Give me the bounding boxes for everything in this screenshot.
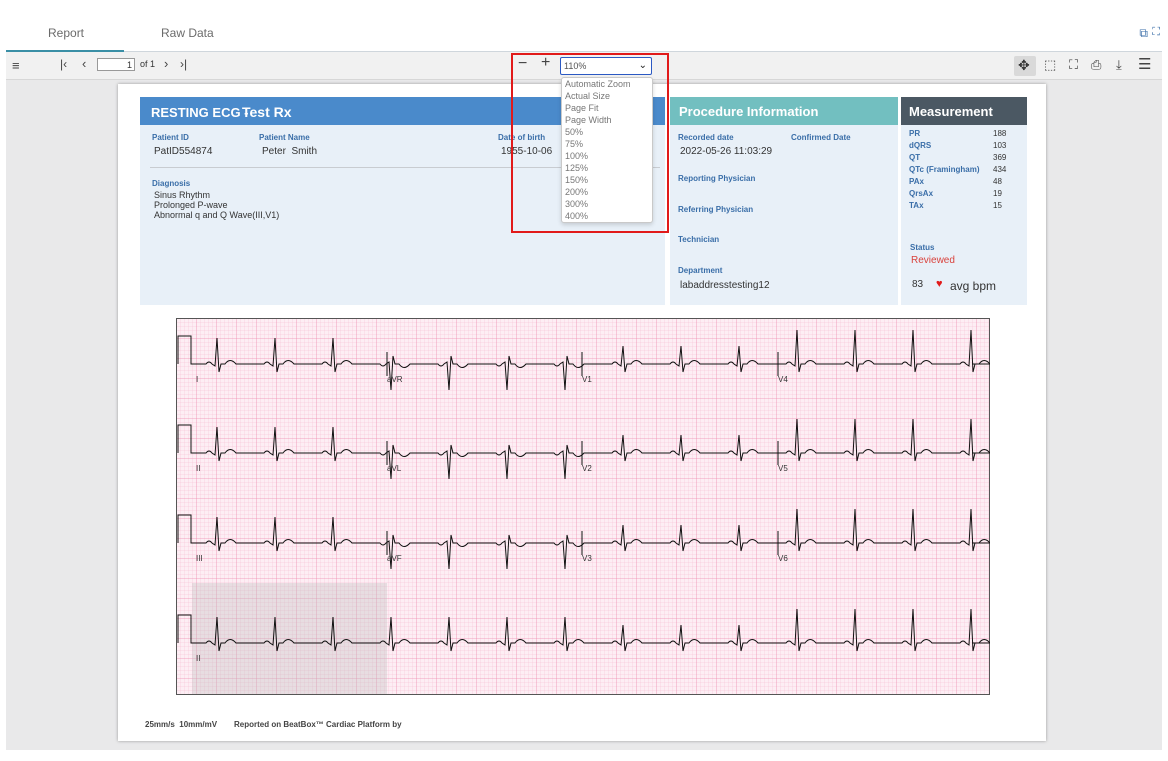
highlight-annotation bbox=[511, 53, 669, 233]
sidebar-toggle-icon[interactable]: ≡ bbox=[12, 58, 20, 73]
ecg-settings: 25mm/s 10mm/mV bbox=[145, 720, 218, 729]
status-value: Reviewed bbox=[911, 255, 955, 266]
lead-label: V3 bbox=[582, 554, 592, 563]
measurement-label: QT bbox=[909, 153, 921, 162]
bpm-value: 83 bbox=[912, 279, 924, 290]
move-icon: ✥ bbox=[1018, 57, 1030, 73]
ecg-trace-grid: IaVR V1 V4 II aVL V2 V5 III aVF V3 V6 II bbox=[176, 318, 990, 695]
measurement-label: PAx bbox=[909, 177, 924, 186]
lead-label: I bbox=[196, 375, 198, 384]
lead-label: aVL bbox=[387, 464, 402, 473]
measurement-label: dQRS bbox=[909, 141, 932, 150]
procedure-title: Procedure Information bbox=[679, 104, 819, 119]
confirmed-date-label: Confirmed Date bbox=[791, 133, 851, 142]
lead-label: V6 bbox=[778, 554, 788, 563]
next-page-icon[interactable]: › bbox=[164, 56, 168, 71]
print-icon[interactable]: ⎙ bbox=[1091, 57, 1101, 73]
patient-id-label: Patient ID bbox=[152, 133, 189, 142]
first-page-icon[interactable]: |‹ bbox=[60, 57, 67, 71]
measurement-label: PR bbox=[909, 129, 921, 138]
lead-label: V1 bbox=[582, 375, 592, 384]
lead-label: aVF bbox=[387, 554, 402, 563]
recorded-date-label: Recorded date bbox=[678, 133, 734, 142]
lead-label: V4 bbox=[778, 375, 788, 384]
measurement-value: 103 bbox=[993, 141, 1007, 150]
download-icon[interactable]: ⤓ bbox=[1116, 57, 1122, 73]
diagnosis-label: Diagnosis bbox=[152, 179, 191, 188]
measurement-value: 48 bbox=[993, 177, 1002, 186]
measurement-value: 369 bbox=[993, 153, 1007, 162]
presentation-icon[interactable]: ⛶ bbox=[1069, 57, 1078, 73]
patient-id-value: PatID554874 bbox=[154, 146, 213, 157]
measurement-value: 15 bbox=[993, 201, 1002, 210]
diagnosis-item: Prolonged P-wave bbox=[154, 200, 228, 210]
last-page-icon[interactable]: ›| bbox=[180, 57, 187, 71]
tab-report[interactable]: Report bbox=[48, 26, 84, 40]
tab-raw-data[interactable]: Raw Data bbox=[161, 26, 214, 40]
diagnosis-item: Sinus Rhythm bbox=[154, 190, 211, 200]
lead-label: aVR bbox=[387, 375, 403, 384]
measurement-title: Measurement bbox=[909, 104, 993, 119]
lead-label: V2 bbox=[582, 464, 592, 473]
platform-note: Reported on BeatBox™ Cardiac Platform by bbox=[234, 720, 402, 729]
report-title: RESTING ECG - bbox=[151, 105, 249, 120]
technician-label: Technician bbox=[678, 235, 720, 244]
measurement-panel bbox=[901, 125, 1027, 305]
patient-name-label: Patient Name bbox=[259, 133, 310, 142]
report-subtitle: Test Rx bbox=[242, 104, 292, 120]
diagnosis-item: Abnormal q and Q Wave(III,V1) bbox=[154, 210, 280, 220]
lead-label: III bbox=[196, 554, 203, 563]
lead-label: V5 bbox=[778, 464, 788, 473]
previous-page-icon[interactable]: ‹ bbox=[82, 56, 86, 71]
measurement-header: Measurement bbox=[901, 97, 1027, 125]
lead-label: II bbox=[196, 464, 200, 473]
lead-label: II bbox=[196, 654, 200, 663]
measurement-label: QTc (Framingham) bbox=[909, 165, 980, 174]
page-count: of 1 bbox=[140, 59, 156, 69]
measurement-value: 19 bbox=[993, 189, 1002, 198]
measurement-value: 434 bbox=[993, 165, 1007, 174]
menu-icon[interactable]: ☰ bbox=[1138, 55, 1151, 73]
top-bar: Report Raw Data ⧉ ⛶ bbox=[0, 0, 1168, 52]
reporting-physician-label: Reporting Physician bbox=[678, 174, 756, 183]
recorded-date-value: 2022-05-26 11:03:29 bbox=[680, 146, 773, 157]
procedure-header: Procedure Information bbox=[670, 97, 898, 125]
department-value: labaddresstesting12 bbox=[680, 280, 770, 291]
grid-overlay bbox=[192, 583, 387, 695]
bpm-unit: avg bpm bbox=[950, 279, 997, 293]
pan-tool-button[interactable]: ✥ bbox=[1014, 56, 1036, 76]
measurement-label: QrsAx bbox=[909, 189, 934, 198]
measurement-value: 188 bbox=[993, 129, 1007, 138]
fullscreen-icon[interactable]: ⛶ bbox=[1152, 26, 1160, 39]
referring-physician-label: Referring Physician bbox=[678, 205, 754, 214]
measurement-label: TAx bbox=[909, 201, 924, 210]
patient-name-value: Peter Smith bbox=[262, 146, 318, 157]
select-tool-icon[interactable]: ⬚ bbox=[1044, 57, 1056, 73]
department-label: Department bbox=[678, 266, 723, 275]
heart-icon: ♥ bbox=[936, 278, 943, 290]
page-number-input[interactable]: 1 bbox=[97, 58, 135, 71]
status-label: Status bbox=[910, 243, 935, 252]
